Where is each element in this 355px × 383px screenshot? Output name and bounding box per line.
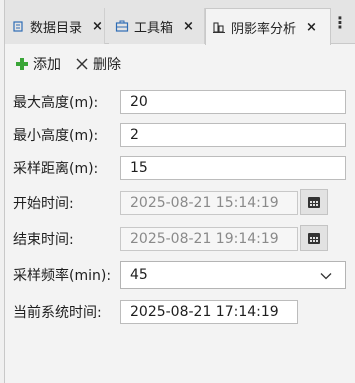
toolbar: 添加 删除 xyxy=(5,52,125,76)
end-time-label: 结束时间: xyxy=(13,232,74,248)
min-height-input[interactable]: 2 xyxy=(120,123,346,147)
max-height-input[interactable]: 20 xyxy=(120,90,346,114)
end-time-input: 2025-08-21 19:14:19 xyxy=(120,227,298,251)
delete-x-icon xyxy=(76,58,88,70)
end-time-row: 结束时间: xyxy=(13,227,123,251)
sample-frequency-row: 采样频率(min): xyxy=(13,263,123,287)
start-time-calendar-button[interactable] xyxy=(300,189,328,215)
tab-label: 工具箱 xyxy=(134,20,174,36)
min-height-row: 最小高度(m): xyxy=(13,123,123,147)
chevron-down-icon xyxy=(320,273,332,280)
close-icon[interactable]: × xyxy=(183,19,194,34)
close-icon[interactable]: × xyxy=(306,20,317,35)
tab-toolbox[interactable]: 工具箱 × xyxy=(109,8,205,44)
delete-label: 删除 xyxy=(93,57,121,73)
calendar-icon xyxy=(308,197,320,208)
current-time-row: 当前系统时间: xyxy=(13,300,123,324)
toolbox-icon xyxy=(115,20,129,32)
tab-shadow-analysis[interactable]: 阴影率分析 × xyxy=(205,8,331,45)
sample-distance-input[interactable]: 15 xyxy=(120,156,346,180)
max-height-label: 最大高度(m): xyxy=(13,95,99,111)
min-height-label: 最小高度(m): xyxy=(13,128,99,144)
start-time-row: 开始时间: xyxy=(13,191,123,215)
max-height-row: 最大高度(m): xyxy=(13,90,123,114)
tab-label: 阴影率分析 xyxy=(231,21,297,37)
current-time-input: 2025-08-21 17:14:19 xyxy=(120,300,298,324)
sample-frequency-label: 采样频率(min): xyxy=(13,268,112,284)
shadow-analysis-icon xyxy=(213,22,225,33)
tab-bar: 数据目录 × 工具箱 × 阴影率分析 × ⋮ xyxy=(5,0,355,45)
sample-frequency-select[interactable]: 45 xyxy=(120,261,346,289)
add-label: 添加 xyxy=(33,57,61,73)
tab-label: 数据目录 xyxy=(30,20,83,36)
plus-icon xyxy=(16,58,28,70)
tab-data-catalog[interactable]: 数据目录 × xyxy=(5,8,105,44)
start-time-input: 2025-08-21 15:14:19 xyxy=(120,191,298,215)
start-time-label: 开始时间: xyxy=(13,196,74,212)
sample-frequency-value: 45 xyxy=(130,267,148,283)
data-catalog-icon xyxy=(13,21,23,32)
more-options-icon[interactable]: ⋮ xyxy=(332,14,348,32)
calendar-icon xyxy=(308,233,320,244)
sample-distance-label: 采样距离(m): xyxy=(13,161,99,177)
end-time-calendar-button[interactable] xyxy=(300,225,328,251)
delete-button[interactable]: 删除 xyxy=(65,54,121,74)
current-time-label: 当前系统时间: xyxy=(13,305,102,321)
sample-distance-row: 采样距离(m): xyxy=(13,156,123,180)
panel-frame: 数据目录 × 工具箱 × 阴影率分析 × ⋮ 添加 删除 最大高度(m): 20… xyxy=(4,0,355,383)
close-icon[interactable]: × xyxy=(92,19,103,34)
add-button[interactable]: 添加 xyxy=(5,54,61,74)
